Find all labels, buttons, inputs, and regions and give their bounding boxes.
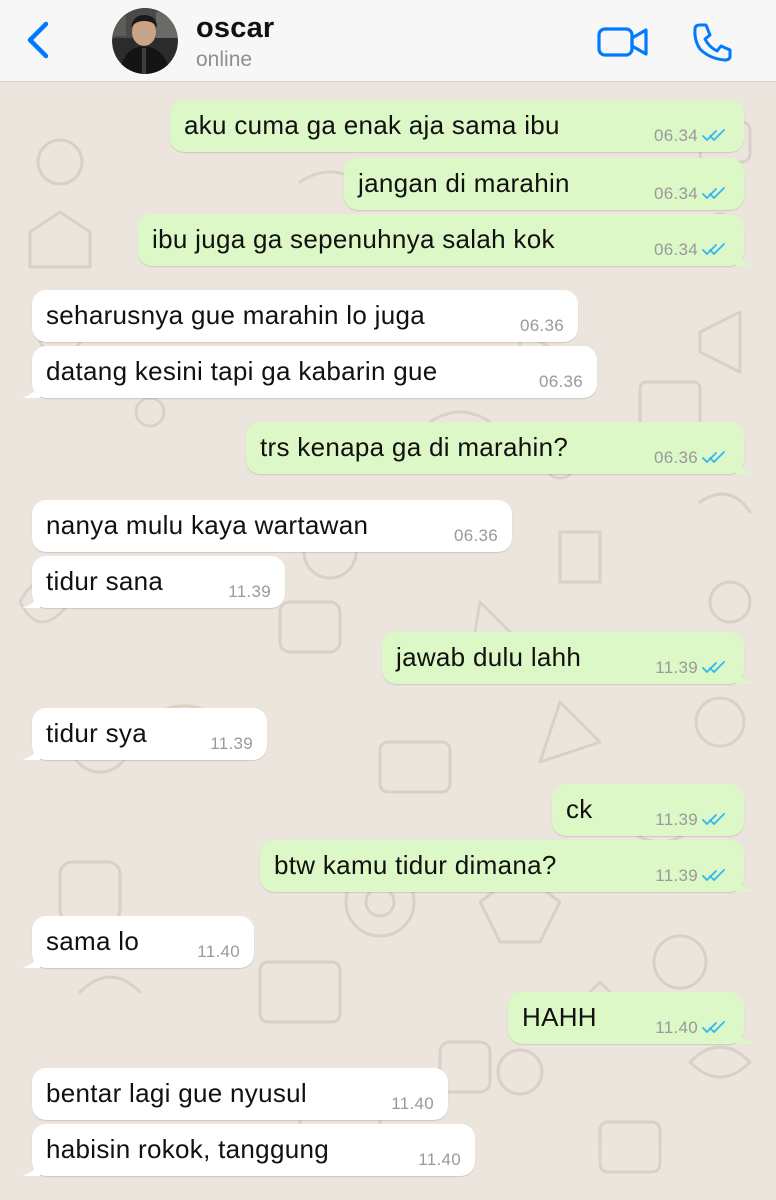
double-check-icon (702, 813, 725, 825)
bubble-tail (736, 458, 754, 474)
bubble-tail (736, 1028, 754, 1044)
incoming-message[interactable]: habisin rokok, tanggung 11.40 (22, 1124, 475, 1176)
message-timestamp: 06.36 (453, 526, 498, 545)
message-text: ck (566, 794, 593, 824)
message-text: ibu juga ga sepenuhnya salah kok (152, 224, 555, 254)
message-timestamp: 06.34 (653, 126, 698, 145)
message-timestamp: 06.36 (538, 372, 583, 391)
outgoing-message[interactable]: ck 11.39 (552, 784, 744, 836)
double-check-icon (702, 661, 725, 673)
message-text: tidur sana (46, 566, 164, 596)
outgoing-message[interactable]: ibu juga ga sepenuhnya salah kok 06.34 (138, 214, 754, 266)
outgoing-message[interactable]: btw kamu tidur dimana? 11.39 (260, 840, 754, 892)
chat-header: oscar online (0, 0, 776, 82)
message-timestamp: 11.39 (655, 658, 698, 677)
message-text: trs kenapa ga di marahin? (260, 432, 569, 462)
double-check-icon (702, 129, 725, 141)
double-check-icon (702, 243, 725, 255)
message-timestamp: 11.40 (655, 1018, 698, 1037)
incoming-message[interactable]: bentar lagi gue nyusul 11.40 (32, 1068, 448, 1120)
outgoing-message[interactable]: trs kenapa ga di marahin? 06.36 (246, 422, 754, 474)
double-check-icon (702, 187, 725, 199)
message-timestamp: 06.34 (653, 184, 698, 203)
message-text: tidur sya (46, 718, 147, 748)
contact-name[interactable]: oscar (196, 12, 274, 45)
incoming-message[interactable]: datang kesini tapi ga kabarin gue 06.36 (22, 346, 597, 398)
incoming-message[interactable]: tidur sana 11.39 (22, 556, 285, 608)
message-timestamp: 06.36 (653, 448, 698, 467)
message-text: habisin rokok, tanggung (46, 1134, 329, 1164)
message-text: bentar lagi gue nyusul (46, 1078, 308, 1108)
message-timestamp: 11.39 (210, 734, 253, 753)
incoming-message[interactable]: sama lo 11.40 (22, 916, 254, 968)
bubble-tail (22, 1160, 40, 1176)
bubble-tail (736, 668, 754, 684)
voice-call-button[interactable] (690, 20, 734, 64)
message-timestamp: 06.34 (653, 240, 698, 259)
message-timestamp: 11.39 (655, 866, 698, 885)
video-call-button[interactable] (596, 24, 650, 60)
bubble-tail (22, 592, 40, 608)
phone-icon (693, 23, 732, 62)
back-button[interactable] (18, 18, 58, 62)
message-timestamp: 11.39 (228, 582, 271, 601)
double-check-icon (702, 869, 725, 881)
message-text: aku cuma ga enak aja sama ibu (184, 110, 560, 140)
message-text: btw kamu tidur dimana? (274, 850, 557, 880)
message-timestamp: 11.40 (391, 1094, 434, 1113)
message-text: seharusnya gue marahin lo juga (46, 300, 426, 330)
message-timestamp: 06.36 (519, 316, 564, 335)
double-check-icon (702, 451, 725, 463)
incoming-message[interactable]: seharusnya gue marahin lo juga 06.36 (32, 290, 578, 342)
bubble-tail (736, 876, 754, 892)
message-text: HAHH (522, 1002, 597, 1032)
chevron-left-icon (27, 21, 49, 59)
video-camera-icon (597, 27, 648, 57)
bubble-tail (22, 382, 40, 398)
message-text: sama lo (46, 926, 140, 956)
message-text: datang kesini tapi ga kabarin gue (46, 356, 438, 386)
double-check-icon (702, 1021, 725, 1033)
message-text: jawab dulu lahh (396, 642, 582, 672)
incoming-message[interactable]: tidur sya 11.39 (22, 708, 267, 760)
message-timestamp: 11.40 (197, 942, 240, 961)
message-text: jangan di marahin (358, 168, 570, 198)
outgoing-message[interactable]: jangan di marahin 06.34 (344, 158, 744, 210)
bubble-tail (736, 250, 754, 266)
bubble-tail (22, 744, 40, 760)
outgoing-message[interactable]: HAHH 11.40 (508, 992, 754, 1044)
contact-status: online (196, 48, 253, 71)
message-timestamp: 11.40 (418, 1150, 461, 1169)
outgoing-message[interactable]: jawab dulu lahh 11.39 (382, 632, 754, 684)
incoming-message[interactable]: nanya mulu kaya wartawan 06.36 (32, 500, 512, 552)
message-text: nanya mulu kaya wartawan (46, 510, 369, 540)
bubble-tail (22, 952, 40, 968)
outgoing-message[interactable]: aku cuma ga enak aja sama ibu 06.34 (170, 100, 744, 152)
avatar[interactable] (112, 8, 178, 74)
chat-area[interactable]: aku cuma ga enak aja sama ibu 06.34 jangan… (0, 82, 776, 1200)
message-timestamp: 11.39 (655, 810, 698, 829)
